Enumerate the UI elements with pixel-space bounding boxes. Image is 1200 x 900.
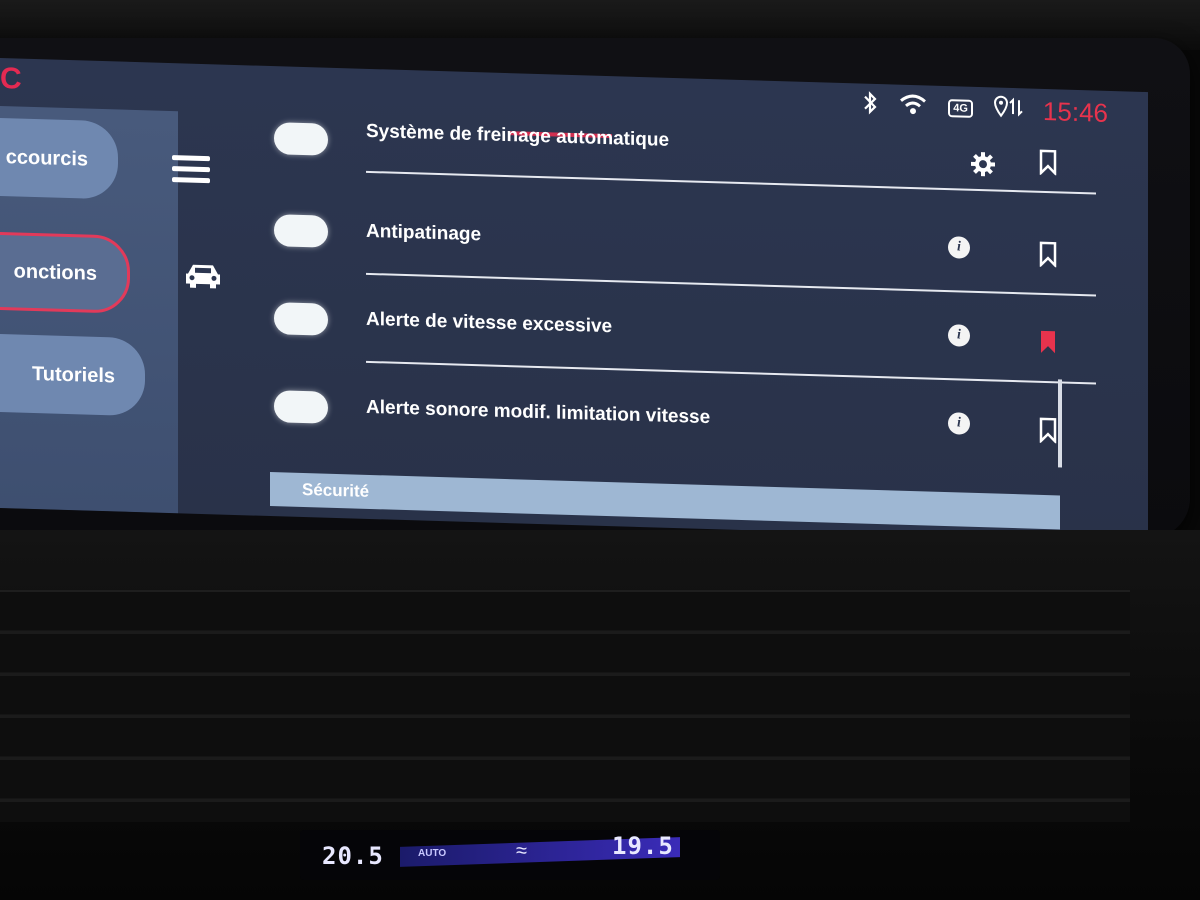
passenger-temperature: 19.5 [612,832,674,860]
clock: 15:46 [1042,95,1108,128]
network-4g-badge: 4G [948,99,973,118]
sidebar-item-label: Tutoriels [32,362,115,387]
info-icon[interactable]: i [948,236,970,259]
car-icon[interactable] [184,259,222,295]
sidebar: ccourcis onctions Tutoriels [0,106,178,514]
sidebar-item-tutoriels[interactable]: Tutoriels [0,332,145,417]
fan-icon: ≈ [516,840,527,862]
sidebar-item-label: ccourcis [5,145,88,171]
status-bar: 4G 15:46 [862,84,1108,135]
toggle-switch[interactable] [274,122,328,156]
list-item-label: Alerte de vitesse excessive [366,308,613,338]
info-icon[interactable]: i [948,324,970,347]
bluetooth-icon [862,91,878,121]
location-sync-icon [993,93,1023,126]
hamburger-menu-icon[interactable] [172,155,210,186]
toggle-switch[interactable] [274,390,328,424]
climate-display: 20.5 AUTO ≈ 19.5 [300,830,720,880]
section-title: Sécurité [302,479,370,501]
air-vent [0,590,1130,822]
driver-temperature: 20.5 [322,842,384,870]
sidebar-item-fonctions[interactable]: onctions [0,230,130,314]
climate-auto-label: AUTO [418,848,447,859]
toggle-switch[interactable] [274,214,328,248]
bookmark-icon[interactable] [1038,417,1058,449]
toggle-switch[interactable] [274,302,328,336]
list-item-label: Système de freinage automatique [366,120,670,151]
list-item-label: Antipatinage [366,220,482,246]
scrollbar[interactable] [1058,379,1062,468]
bookmark-filled-icon[interactable] [1038,329,1058,361]
gear-icon[interactable] [970,151,996,183]
sidebar-item-raccourcis[interactable]: ccourcis [0,116,118,200]
divider [366,272,1096,297]
wifi-icon [898,92,928,123]
settings-list: Système de freinage automatique Antipati… [270,118,1100,463]
app-logo: C [0,62,22,96]
bookmark-icon[interactable] [1038,149,1058,181]
bookmark-icon[interactable] [1038,241,1058,273]
divider [366,360,1096,385]
list-item-label: Alerte sonore modif. limitation vitesse [366,396,711,429]
sidebar-item-label: onctions [13,259,97,285]
info-icon[interactable]: i [948,412,970,435]
infotainment-screen: C 4G 15:46 ccourcis onctions Tutoriels S… [0,58,1148,543]
